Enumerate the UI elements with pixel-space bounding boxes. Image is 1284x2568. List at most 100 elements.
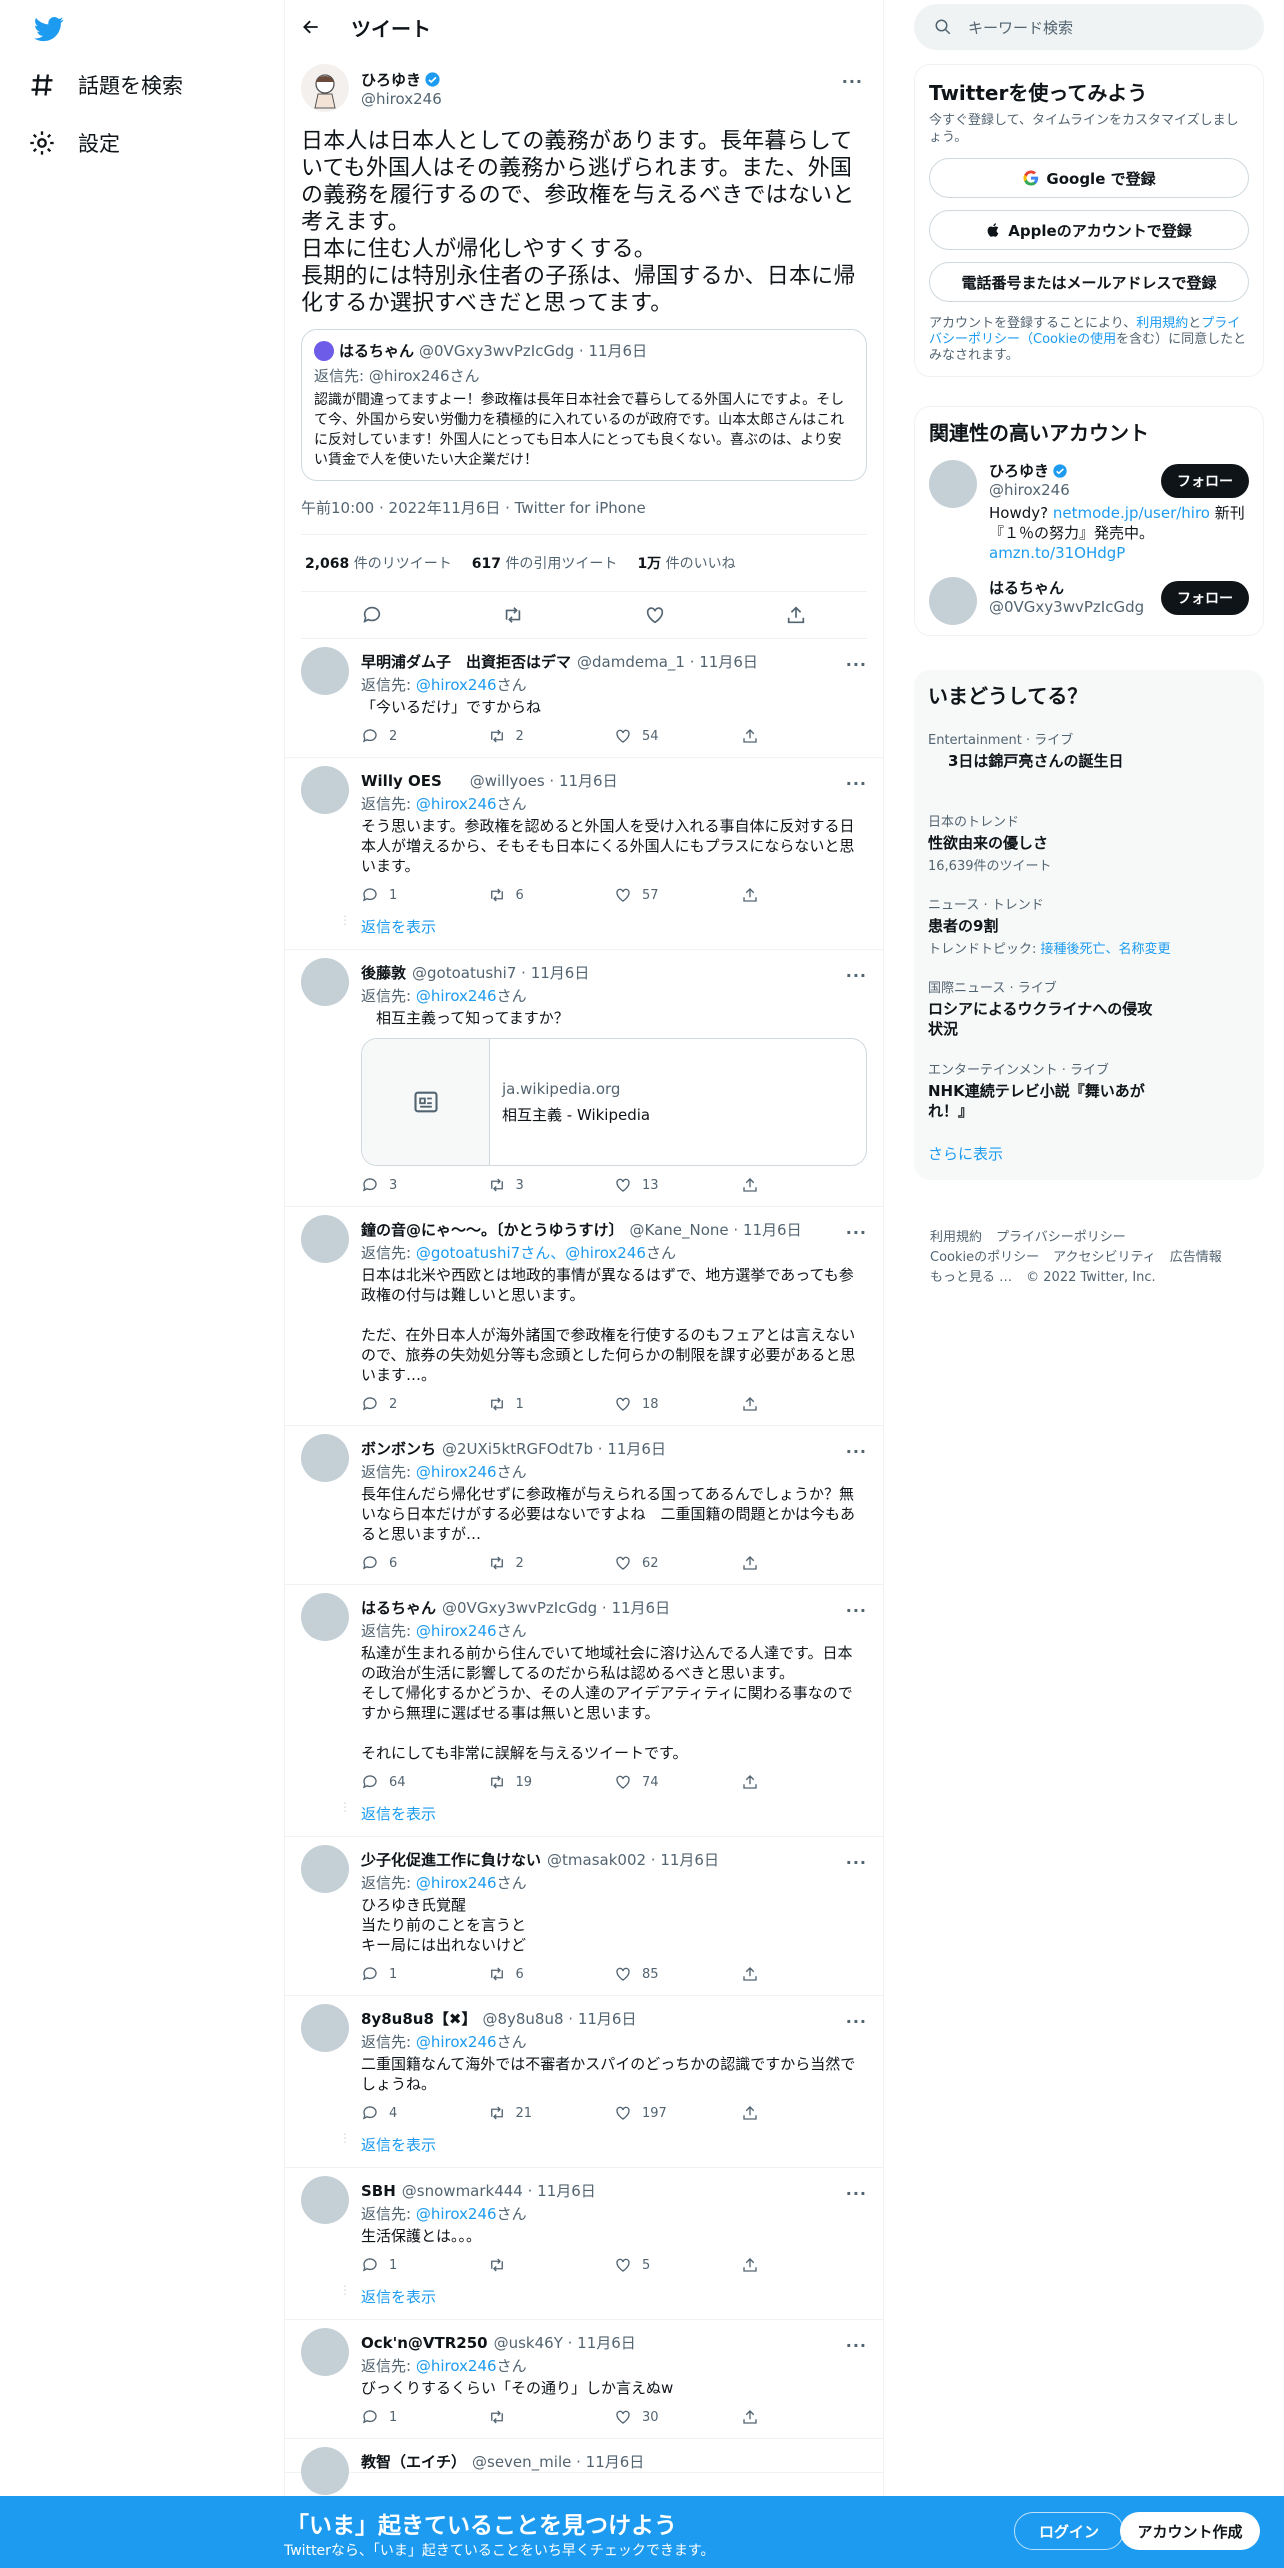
reply-to-link[interactable]: @hirox246: [416, 2205, 497, 2223]
share-button[interactable]: [741, 886, 868, 904]
like-count[interactable]: 54: [614, 727, 741, 745]
tweet-meta[interactable]: 午前10:00 · 2022年11月6日 · Twitter for iPhon…: [301, 497, 867, 535]
share-button[interactable]: [741, 1773, 868, 1791]
reply-count[interactable]: 1: [361, 2256, 488, 2274]
reply-tweet[interactable]: SBH @snowmark444 · 11月6日 ··· 返信先: @hirox2…: [285, 2168, 883, 2320]
reply-count[interactable]: 3: [361, 1176, 488, 1194]
trend-topic-link[interactable]: 接種後死亡、名称変更: [1041, 942, 1171, 957]
reply-tweet[interactable]: 鐘の音@にゃ～～。〔かとうゆうすけ〕 @Kane_None · 11月6日 ···…: [285, 1207, 883, 1426]
related-account-handle[interactable]: @0VGxy3wvPzIcGdg: [989, 598, 1144, 616]
reply-count[interactable]: 1: [361, 886, 488, 904]
share-icon[interactable]: [785, 604, 807, 626]
reply-tweet[interactable]: Ock'n@VTR250 @usk46Y · 11月6日 ··· 返信先: @hi…: [285, 2320, 883, 2439]
show-replies-link[interactable]: ⋮ 返信を表示: [301, 914, 867, 949]
like-count[interactable]: 18: [614, 1395, 741, 1413]
search-box[interactable]: キーワード検索: [914, 4, 1264, 50]
reply-tweet[interactable]: 8y8u8u8【✖】 @8y8u8u8 · 11月6日 ··· 返信先: @hir…: [285, 1996, 883, 2168]
related-account-name[interactable]: はるちゃん: [989, 577, 1144, 598]
reply-author-name[interactable]: 8y8u8u8【✖】: [361, 2008, 476, 2029]
reply-to-link[interactable]: @hirox246: [416, 987, 497, 1005]
phone-email-signup-button[interactable]: 電話番号またはメールアドレスで登録: [929, 262, 1249, 302]
apple-signup-button[interactable]: Appleのアカウントで登録: [929, 210, 1249, 250]
footer-more-link[interactable]: もっと見る …: [930, 1270, 1012, 1285]
bio-link[interactable]: netmode.jp/user/hiro: [1053, 504, 1210, 522]
avatar[interactable]: [301, 2004, 349, 2052]
reply-handle-date[interactable]: @gotoatushi7 · 11月6日: [412, 962, 589, 983]
more-options-icon[interactable]: ···: [846, 2184, 867, 2203]
reply-count[interactable]: 2: [361, 727, 488, 745]
avatar[interactable]: [929, 460, 977, 508]
reply-to-link[interactable]: @hirox246: [416, 1874, 497, 1892]
reply-author-name[interactable]: 少子化促進工作に負けない: [361, 1849, 541, 1870]
reply-author-name[interactable]: 早明浦ダム子 出資拒否はデマ: [361, 651, 571, 672]
share-button[interactable]: [741, 1176, 868, 1194]
trend-item[interactable]: エンターテインメント · ライブ NHK連続テレビ小説『舞いあがれ！』: [928, 1059, 1250, 1121]
quote-stat[interactable]: 617 件の引用ツイート: [472, 553, 618, 573]
reply-to-link[interactable]: @hirox246: [416, 2033, 497, 2051]
reply-count[interactable]: 1: [361, 1965, 488, 1983]
related-account[interactable]: ひろゆき @hirox246 Howdy? netmode.jp/user/hi…: [929, 460, 1249, 563]
retweet-stat[interactable]: 2,068 件のリツイート: [305, 553, 452, 573]
more-options-icon[interactable]: ···: [846, 2336, 867, 2355]
create-account-button[interactable]: アカウント作成: [1120, 2512, 1260, 2550]
nav-settings[interactable]: 設定: [28, 128, 120, 158]
reply-handle-date[interactable]: @8y8u8u8 · 11月6日: [482, 2008, 636, 2029]
footer-ads-link[interactable]: 広告情報: [1170, 1250, 1222, 1265]
link-card[interactable]: ja.wikipedia.org 相互主義 - Wikipedia: [361, 1038, 867, 1166]
reply-icon[interactable]: [361, 604, 383, 626]
retweet-icon[interactable]: [502, 604, 524, 626]
reply-author-name[interactable]: 教智（エイチ）: [361, 2451, 466, 2472]
avatar[interactable]: [301, 1434, 349, 1482]
reply-to-link[interactable]: @hirox246: [416, 1463, 497, 1481]
more-options-icon[interactable]: ···: [846, 1601, 867, 1620]
author-handle[interactable]: @hirox246: [361, 90, 442, 108]
follow-button[interactable]: フォロー: [1161, 464, 1249, 498]
share-button[interactable]: [741, 727, 868, 745]
retweet-count[interactable]: 2: [488, 727, 615, 745]
show-replies-link[interactable]: ⋮ 返信を表示: [301, 2132, 867, 2167]
retweet-count[interactable]: 19: [488, 1773, 615, 1791]
more-options-icon[interactable]: ···: [846, 1442, 867, 1461]
retweet-count[interactable]: 1: [488, 1395, 615, 1413]
bio-link[interactable]: amzn.to/31OHdgP: [989, 544, 1125, 562]
follow-button[interactable]: フォロー: [1161, 581, 1249, 615]
related-account[interactable]: はるちゃん @0VGxy3wvPzIcGdg フォロー: [929, 577, 1249, 625]
like-count[interactable]: 62: [614, 1554, 741, 1572]
share-button[interactable]: [741, 1965, 868, 1983]
reply-author-name[interactable]: Willy OES: [361, 772, 442, 790]
reply-handle-date[interactable]: @snowmark444 · 11月6日: [402, 2180, 596, 2201]
avatar[interactable]: [301, 2447, 349, 2495]
login-button[interactable]: ログイン: [1014, 2512, 1124, 2550]
reply-handle-date[interactable]: @seven_mile · 11月6日: [472, 2451, 644, 2472]
avatar[interactable]: [301, 1215, 349, 1263]
more-options-icon[interactable]: ···: [846, 1223, 867, 1242]
reply-count[interactable]: 64: [361, 1773, 488, 1791]
avatar[interactable]: [301, 64, 349, 112]
reply-to-link[interactable]: @hirox246: [416, 795, 497, 813]
like-stat[interactable]: 1万 件のいいね: [637, 553, 735, 573]
reply-handle-date[interactable]: @willyoes · 11月6日: [470, 770, 618, 791]
trend-item[interactable]: 日本のトレンド 性欲由来の優しさ 16,639件のツイート: [928, 811, 1250, 874]
like-count[interactable]: 30: [614, 2408, 741, 2426]
more-options-icon[interactable]: ···: [846, 774, 867, 793]
reply-author-name[interactable]: ボンボンち: [361, 1438, 436, 1459]
reply-to-link[interactable]: @hirox246: [416, 1622, 497, 1640]
show-replies-link[interactable]: ⋮ 返信を表示: [301, 2284, 867, 2319]
share-button[interactable]: [741, 2256, 868, 2274]
avatar[interactable]: [301, 2328, 349, 2376]
avatar[interactable]: [301, 1845, 349, 1893]
retweet-count[interactable]: 6: [488, 886, 615, 904]
show-replies-link[interactable]: ⋮ 返信を表示: [301, 1801, 867, 1836]
trend-item[interactable]: ニュース · トレンド 患者の9割 トレンドトピック: 接種後死亡、名称変更: [928, 894, 1250, 957]
retweet-count[interactable]: 6: [488, 1965, 615, 1983]
footer-terms-link[interactable]: 利用規約: [930, 1230, 982, 1245]
trend-item[interactable]: 国際ニュース · ライブ ロシアによるウクライナへの侵攻状況: [928, 977, 1250, 1039]
avatar[interactable]: [301, 958, 349, 1006]
reply-to-link[interactable]: @hirox246: [416, 2357, 497, 2375]
reply-count[interactable]: 2: [361, 1395, 488, 1413]
share-button[interactable]: [741, 1395, 868, 1413]
retweet-count[interactable]: 3: [488, 1176, 615, 1194]
like-icon[interactable]: [644, 604, 666, 626]
reply-tweet[interactable]: 早明浦ダム子 出資拒否はデマ @damdema_1 · 11月6日 ··· 返信先…: [285, 639, 883, 758]
more-options-icon[interactable]: ···: [846, 966, 867, 985]
